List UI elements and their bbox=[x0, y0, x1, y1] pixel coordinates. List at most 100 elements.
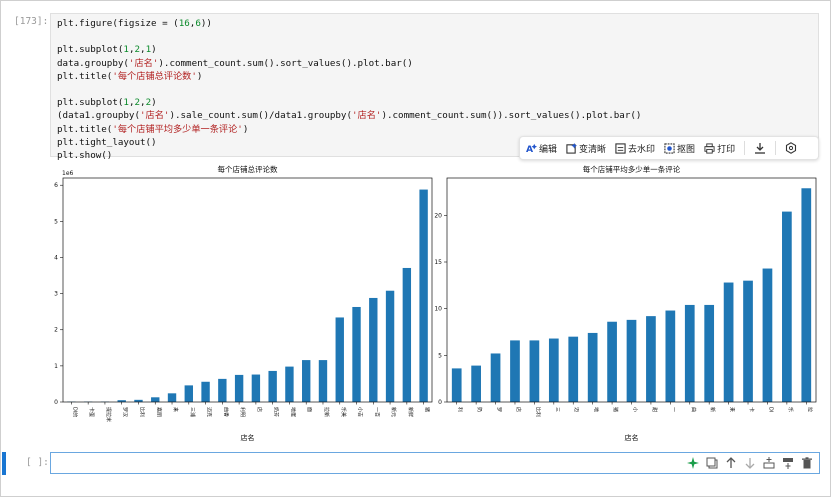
x-tick-label: 来 bbox=[172, 407, 178, 412]
bar bbox=[201, 381, 210, 402]
y-tick-label: 1 bbox=[54, 363, 58, 370]
toolbar-print-button[interactable]: 打印 bbox=[704, 142, 735, 155]
y-tick-label: 0 bbox=[54, 399, 58, 406]
arrow-down-icon[interactable] bbox=[744, 457, 756, 469]
bar bbox=[151, 397, 160, 402]
x-tick-label: 三 bbox=[554, 407, 560, 412]
insert-above-icon[interactable] bbox=[782, 457, 794, 469]
cell-toolbar bbox=[687, 457, 813, 469]
bar bbox=[723, 282, 734, 402]
x-tick-label: 利 bbox=[457, 407, 464, 412]
download-icon[interactable] bbox=[753, 141, 767, 155]
x-tick-label: 新 bbox=[709, 407, 716, 412]
active-cell-indicator bbox=[2, 452, 6, 475]
y-tick-label: 5 bbox=[438, 352, 442, 359]
x-tick-label: 曲 bbox=[690, 407, 697, 412]
bar bbox=[704, 304, 715, 402]
toolbar-button-label: 编辑 bbox=[539, 144, 558, 155]
toolbar-cutout-button[interactable]: 抠图 bbox=[664, 142, 695, 155]
sparkle-icon[interactable] bbox=[687, 457, 699, 469]
bar bbox=[782, 211, 792, 402]
bar bbox=[318, 360, 328, 402]
x-tick-label: 罗 bbox=[496, 407, 502, 412]
bar bbox=[568, 336, 579, 402]
x-tick-label: 嘉丽 bbox=[155, 407, 162, 417]
y-tick-label: 15 bbox=[434, 259, 442, 266]
bar bbox=[801, 188, 812, 402]
bar bbox=[510, 340, 520, 402]
x-tick-label: 新元 bbox=[390, 407, 397, 417]
y-tick-label: 4 bbox=[54, 254, 58, 261]
x-tick-label: 拉 bbox=[806, 407, 813, 412]
arrow-up-icon[interactable] bbox=[725, 457, 737, 469]
chart-2: 每个店铺平均多少单一条评论 0 5 10 15 20 利 奶 罗 店 比利 三 迈 地 猪 小 甜 一 曲 新 来 卡 DI… bbox=[434, 164, 817, 442]
bar bbox=[451, 368, 462, 402]
y-tick-label: 20 bbox=[434, 212, 442, 219]
x-tick-label: 比利 bbox=[138, 407, 145, 417]
x-tick-label: 新鲜 bbox=[407, 407, 414, 417]
svg-text:A: A bbox=[526, 144, 534, 154]
trash-icon[interactable] bbox=[801, 457, 813, 469]
bar bbox=[385, 290, 395, 402]
image-toolbar: A 编辑 变清晰 去水印 抠图 打印 bbox=[519, 136, 819, 160]
copy-icon[interactable] bbox=[706, 457, 718, 469]
x-tick-label: 店 bbox=[256, 407, 263, 412]
bar bbox=[743, 280, 753, 402]
x-tick-label: 罗汉 bbox=[122, 407, 129, 417]
bar bbox=[285, 366, 294, 402]
bar bbox=[471, 365, 481, 402]
toolbar-enhance-button[interactable]: 变清晰 bbox=[566, 142, 606, 155]
bar bbox=[369, 297, 378, 402]
charts-output: 每个店铺总评论数1e60123456DI的 卡蛋 提拉米 罗汉 比利 嘉丽来三浦 迈克 曲香利… bbox=[54, 164, 817, 442]
x-tick-label: 提拉米 bbox=[105, 407, 112, 422]
x-tick-label: 猪 bbox=[612, 407, 619, 412]
bar bbox=[251, 374, 261, 402]
toolbar-button-label: 打印 bbox=[717, 144, 736, 155]
cutout-icon bbox=[664, 142, 675, 154]
y-tick-label: 6 bbox=[54, 182, 58, 189]
bar bbox=[352, 306, 361, 402]
y-tick-label: 2 bbox=[54, 327, 58, 334]
empty-code-cell[interactable] bbox=[50, 452, 820, 474]
bar bbox=[218, 378, 227, 402]
empty-cell-prompt: [ ]: bbox=[26, 457, 49, 468]
x-axis-label: 店名 bbox=[241, 433, 255, 442]
x-tick-label: DI的 bbox=[71, 407, 78, 417]
y-tick-label: 10 bbox=[434, 306, 442, 313]
chart-title: 每个店铺平均多少单一条评论 bbox=[583, 164, 681, 174]
bar bbox=[335, 317, 344, 402]
x-tick-label: 奶芳 bbox=[273, 407, 280, 417]
x-tick-label: 猪 bbox=[424, 407, 431, 412]
settings-icon[interactable] bbox=[784, 141, 798, 155]
x-tick-label: 曲香 bbox=[222, 407, 229, 417]
x-tick-label: 利明 bbox=[239, 407, 246, 417]
x-tick-label: 奶 bbox=[476, 407, 483, 412]
bar bbox=[607, 321, 617, 402]
x-tick-label: 乐 bbox=[787, 407, 794, 412]
print-icon bbox=[704, 142, 715, 154]
bar bbox=[302, 360, 311, 402]
x-tick-label: DI bbox=[767, 407, 773, 412]
x-tick-label: 地蛋 bbox=[289, 407, 296, 417]
chart-title: 每个店铺总评论数 bbox=[218, 164, 278, 174]
x-tick-label: 一 bbox=[670, 407, 676, 412]
x-tick-label: 店 bbox=[515, 407, 522, 412]
x-tick-label: 拉新 bbox=[323, 407, 330, 417]
x-tick-label: 来 bbox=[729, 407, 735, 412]
insert-below-icon[interactable] bbox=[763, 457, 775, 469]
bar bbox=[268, 370, 277, 402]
x-axis-label: 店名 bbox=[625, 433, 639, 442]
y-tick-label: 3 bbox=[54, 291, 58, 298]
toolbar-ai-edit-button[interactable]: A 编辑 bbox=[526, 142, 557, 155]
x-tick-label: 面 bbox=[306, 407, 312, 412]
bar bbox=[402, 267, 412, 402]
x-tick-label: 卡 bbox=[748, 407, 755, 412]
x-tick-label: 迈 bbox=[573, 407, 580, 412]
toolbar-watermark-button[interactable]: 去水印 bbox=[615, 142, 655, 155]
bar bbox=[587, 332, 598, 402]
y-tick-label: 5 bbox=[54, 218, 58, 225]
x-tick-label: 小吉 bbox=[357, 407, 364, 417]
chart-1: 每个店铺总评论数 1e6 0 1 2 3 4 5 6 DI的 卡蛋 提拉米 罗汉 比利 嘉丽 来 三浦 迈克 曲香利… bbox=[54, 164, 433, 442]
bar bbox=[419, 189, 428, 402]
bar bbox=[167, 393, 177, 402]
